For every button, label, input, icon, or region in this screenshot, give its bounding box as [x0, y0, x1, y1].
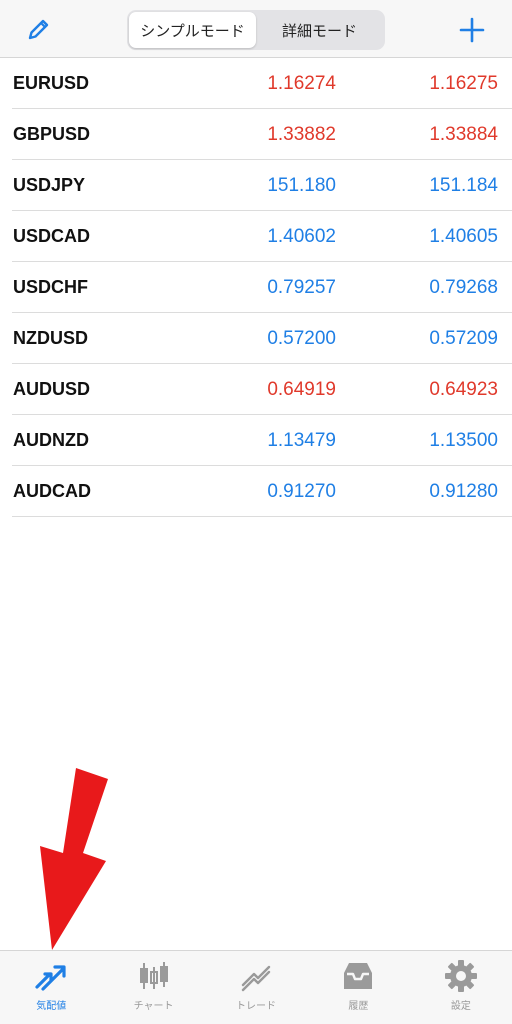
- quote-row-audnzd[interactable]: AUDNZD 1.13479 1.13500: [12, 415, 512, 466]
- symbol-name: EURUSD: [13, 73, 90, 93]
- symbol-name: AUDCAD: [13, 481, 91, 501]
- ask-price: 0.79268: [429, 277, 498, 298]
- quote-row-usdcad[interactable]: USDCAD 1.40602 1.40605: [12, 211, 512, 262]
- bid-price: 1.33882: [267, 124, 336, 145]
- tab-settings-label: 設定: [450, 1001, 471, 1012]
- ask-price: 1.33884: [429, 124, 498, 145]
- bid-price: 0.91270: [267, 481, 336, 502]
- ask-price: 0.91280: [429, 481, 498, 502]
- ask-price: 0.64923: [429, 379, 498, 400]
- bid-price: 0.64919: [267, 379, 336, 400]
- tab-chart-label: チャート: [133, 1001, 174, 1012]
- symbol-name: AUDNZD: [13, 430, 89, 450]
- bid-price: 151.180: [267, 175, 336, 196]
- inbox-tray-icon: [344, 963, 373, 989]
- edit-button[interactable]: [26, 16, 52, 42]
- tab-history[interactable]: 履歴: [307, 951, 409, 1024]
- quote-row-nzdusd[interactable]: NZDUSD 0.57200 0.57209: [12, 313, 512, 364]
- quotes-arrows-icon: [35, 965, 66, 991]
- bid-price: 0.79257: [267, 277, 336, 298]
- ask-price: 1.40605: [429, 226, 498, 247]
- ask-price: 1.13500: [429, 430, 498, 451]
- bid-price: 1.16274: [267, 73, 336, 94]
- ask-price: 151.184: [429, 175, 498, 196]
- ask-price: 0.57209: [429, 328, 498, 349]
- bottom-tab-bar: 気配値 チャート トレード 履歴 設定: [0, 950, 512, 1024]
- quote-row-audcad[interactable]: AUDCAD 0.91270 0.91280: [12, 466, 512, 517]
- symbol-name: AUDUSD: [13, 379, 91, 399]
- tab-chart[interactable]: チャート: [102, 951, 204, 1024]
- quote-row-eurusd[interactable]: EURUSD 1.16274 1.16275: [12, 58, 512, 109]
- quote-row-usdjpy[interactable]: USDJPY 151.180 151.184: [12, 160, 512, 211]
- candlestick-chart-icon: [139, 962, 168, 989]
- app-screen: シンプルモード 詳細モード EURUSD 1.16274 1.16275 GBPUSD…: [0, 0, 512, 1024]
- top-toolbar: シンプルモード 詳細モード: [0, 0, 512, 58]
- tab-history-label: 履歴: [348, 1001, 369, 1012]
- tab-trade-label: トレード: [236, 1001, 277, 1012]
- ask-price: 1.16275: [429, 73, 498, 94]
- pencil-icon: [28, 19, 49, 40]
- bid-price: 0.57200: [267, 328, 336, 349]
- gear-icon: [444, 960, 477, 992]
- symbol-name: USDCAD: [13, 226, 91, 246]
- red-annotation-arrow: [40, 768, 108, 950]
- symbol-name: NZDUSD: [13, 328, 88, 348]
- quote-row-gbpusd[interactable]: GBPUSD 1.33882 1.33884: [12, 109, 512, 160]
- tab-trade[interactable]: トレード: [205, 951, 307, 1024]
- bid-price: 1.40602: [267, 226, 336, 247]
- symbol-name: GBPUSD: [13, 124, 91, 144]
- quotes-list: EURUSD 1.16274 1.16275 GBPUSD 1.33882 1.33884…: [0, 58, 512, 517]
- add-symbol-button[interactable]: [458, 16, 486, 44]
- tab-quotes-label: 気配値: [36, 1001, 67, 1012]
- quote-row-audusd[interactable]: AUDUSD 0.64919 0.64923: [12, 364, 512, 415]
- tab-settings[interactable]: 設定: [410, 951, 512, 1024]
- trade-line-icon: [241, 965, 271, 992]
- symbol-name: USDCHF: [13, 277, 88, 297]
- quote-row-usdchf[interactable]: USDCHF 0.79257 0.79268: [12, 262, 512, 313]
- segment-detail-mode[interactable]: 詳細モード: [256, 12, 383, 48]
- plus-icon: [459, 17, 485, 43]
- bid-price: 1.13479: [267, 430, 336, 451]
- tab-quotes[interactable]: 気配値: [0, 951, 102, 1024]
- segment-simple-mode[interactable]: シンプルモード: [129, 12, 256, 48]
- symbol-name: USDJPY: [13, 175, 86, 195]
- mode-segmented-control: シンプルモード 詳細モード: [127, 10, 385, 50]
